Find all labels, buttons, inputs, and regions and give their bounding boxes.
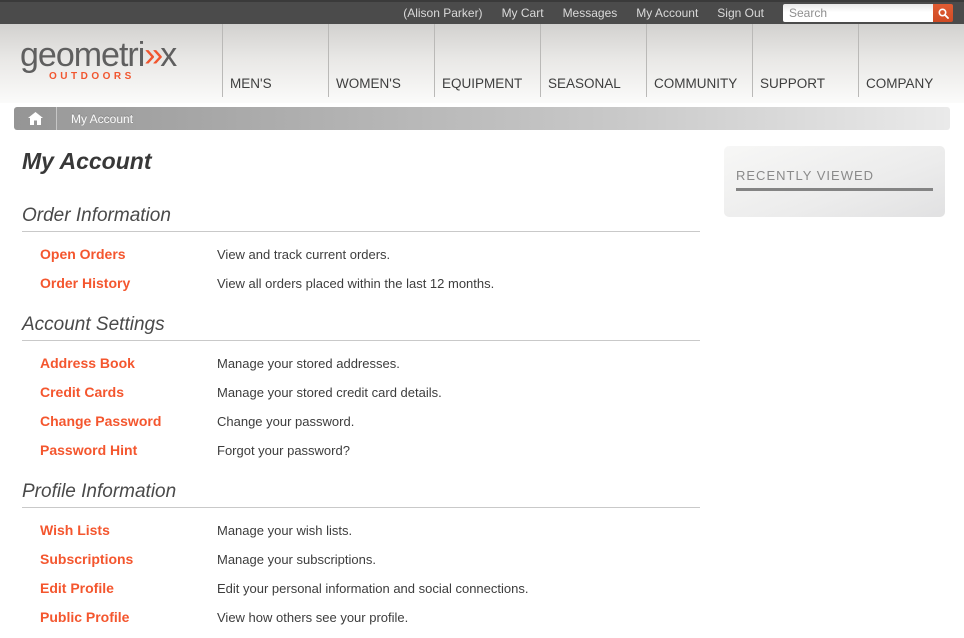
search-box (783, 4, 953, 22)
order-history-link[interactable]: Order History (22, 275, 217, 291)
row-description: Edit your personal information and socia… (217, 581, 529, 596)
search-input[interactable] (783, 4, 933, 22)
account-row: Credit Cards Manage your stored credit c… (22, 384, 700, 400)
home-button[interactable] (14, 107, 57, 130)
section-divider (22, 340, 700, 341)
row-description: View how others see your profile. (217, 610, 409, 625)
nav-item-mens[interactable]: MEN'S (222, 24, 328, 97)
home-icon (27, 112, 43, 125)
row-description: Change your password. (217, 414, 355, 429)
account-row: Public Profile View how others see your … (22, 609, 700, 625)
subscriptions-link[interactable]: Subscriptions (22, 551, 217, 567)
address-book-link[interactable]: Address Book (22, 355, 217, 371)
account-row: Change Password Change your password. (22, 413, 700, 429)
breadcrumb: My Account (14, 107, 950, 130)
row-description: View and track current orders. (217, 247, 391, 262)
section-divider (22, 507, 700, 508)
main-nav: geometri»x OUTDOORS MEN'S WOMEN'S EQUIPM… (0, 24, 964, 103)
section-title-order-information: Order Information (22, 205, 171, 226)
account-row: Order History View all orders placed wit… (22, 275, 700, 291)
nav-menu: MEN'S WOMEN'S EQUIPMENT SEASONAL COMMUNI… (222, 24, 964, 97)
row-description: Manage your wish lists. (217, 523, 353, 538)
open-orders-link[interactable]: Open Orders (22, 246, 217, 262)
my-cart-link[interactable]: My Cart (502, 6, 544, 20)
messages-link[interactable]: Messages (563, 6, 618, 20)
section-divider (22, 231, 700, 232)
top-utility-bar: (Alison Parker) My Cart Messages My Acco… (0, 0, 964, 24)
nav-item-company[interactable]: COMPANY (858, 24, 964, 97)
credit-cards-link[interactable]: Credit Cards (22, 384, 217, 400)
logo-wordmark: geometri»x (20, 36, 177, 74)
account-row: Password Hint Forgot your password? (22, 442, 700, 458)
row-description: View all orders placed within the last 1… (217, 276, 495, 291)
account-row: Subscriptions Manage your subscriptions. (22, 551, 700, 567)
nav-item-community[interactable]: COMMUNITY (646, 24, 752, 97)
recently-viewed-panel: RECENTLY VIEWED (724, 146, 945, 217)
public-profile-link[interactable]: Public Profile (22, 609, 217, 625)
account-row: Edit Profile Edit your personal informat… (22, 580, 700, 596)
change-password-link[interactable]: Change Password (22, 413, 217, 429)
site-logo[interactable]: geometri»x OUTDOORS (20, 36, 177, 82)
account-row: Wish Lists Manage your wish lists. (22, 522, 700, 538)
edit-profile-link[interactable]: Edit Profile (22, 580, 217, 596)
nav-item-seasonal[interactable]: SEASONAL (540, 24, 646, 97)
nav-item-equipment[interactable]: EQUIPMENT (434, 24, 540, 97)
section-title-account-settings: Account Settings (22, 314, 165, 335)
section-title-profile-information: Profile Information (22, 481, 177, 502)
nav-item-womens[interactable]: WOMEN'S (328, 24, 434, 97)
my-account-link[interactable]: My Account (636, 6, 698, 20)
account-row: Open Orders View and track current order… (22, 246, 700, 262)
nav-item-support[interactable]: SUPPORT (752, 24, 858, 97)
logo-accent-chevron: » (144, 36, 163, 74)
main-content: My Account Order Information Open Orders… (22, 148, 700, 638)
wish-lists-link[interactable]: Wish Lists (22, 522, 217, 538)
row-description: Manage your stored credit card details. (217, 385, 442, 400)
account-row: Address Book Manage your stored addresse… (22, 355, 700, 371)
breadcrumb-current: My Account (71, 111, 134, 126)
search-button[interactable] (933, 4, 953, 22)
row-description: Manage your subscriptions. (217, 552, 376, 567)
user-name-link[interactable]: (Alison Parker) (403, 6, 482, 20)
page-title: My Account (22, 148, 152, 174)
row-description: Manage your stored addresses. (217, 356, 400, 371)
recently-viewed-title: RECENTLY VIEWED (736, 168, 933, 191)
row-description: Forgot your password? (217, 443, 350, 458)
sign-out-link[interactable]: Sign Out (717, 6, 764, 20)
search-icon (937, 7, 949, 19)
password-hint-link[interactable]: Password Hint (22, 442, 217, 458)
